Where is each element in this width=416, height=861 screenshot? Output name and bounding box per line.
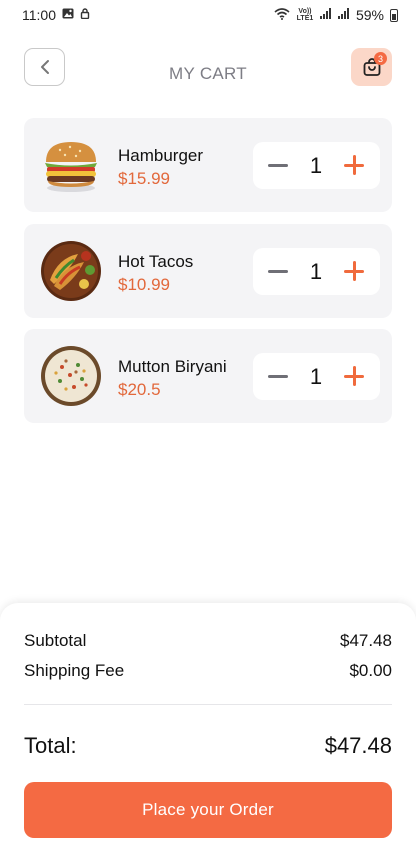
tacos-image (40, 240, 102, 302)
divider (24, 704, 392, 705)
hamburger-image (40, 134, 102, 196)
item-name: Hamburger (118, 146, 204, 165)
place-order-button[interactable]: Place your Order (24, 782, 392, 838)
shipping-label: Shipping Fee (24, 661, 125, 680)
cart-item-hamburger: Hamburger $15.99 1 (24, 118, 392, 212)
battery-icon (390, 8, 398, 22)
item-name: Mutton Biryani (118, 357, 227, 376)
decrease-button[interactable] (267, 260, 289, 282)
increase-button[interactable] (343, 154, 365, 176)
status-bar: 11:00 Vo)) LTE1 59% (0, 0, 416, 30)
item-price: $10.99 (118, 275, 170, 294)
cart-item-hot-tacos: Hot Tacos $10.99 1 (24, 224, 392, 318)
header: MY CART 3 (0, 46, 416, 90)
item-name: Hot Tacos (118, 252, 194, 271)
network-label: Vo)) LTE1 (296, 8, 314, 22)
cart-button[interactable]: 3 (351, 48, 392, 86)
quantity-value: 1 (309, 364, 323, 389)
increase-button[interactable] (343, 365, 365, 387)
status-left: 11:00 (22, 7, 90, 23)
decrease-button[interactable] (267, 365, 289, 387)
quantity-value: 1 (309, 153, 323, 178)
increase-button[interactable] (343, 260, 365, 282)
battery-percent: 59% (355, 7, 384, 23)
quantity-stepper: 1 (253, 353, 380, 400)
status-time: 11:00 (22, 7, 56, 23)
subtotal-row: Subtotal $47.48 (24, 631, 392, 651)
cart-count-badge: 3 (374, 52, 387, 65)
shipping-value: $0.00 (349, 661, 392, 680)
total-value: $47.48 (324, 733, 392, 758)
signal-icon-2 (337, 8, 350, 22)
decrease-button[interactable] (267, 154, 289, 176)
item-price: $20.5 (118, 380, 161, 399)
wifi-icon (274, 7, 290, 23)
subtotal-label: Subtotal (24, 631, 87, 650)
gallery-icon (62, 8, 74, 22)
order-summary: Subtotal $47.48 Shipping Fee $0.00 Total… (0, 603, 416, 861)
biryani-image (40, 345, 102, 407)
quantity-stepper: 1 (253, 142, 380, 189)
quantity-value: 1 (309, 259, 323, 284)
lock-icon (80, 8, 90, 22)
total-label: Total: (24, 733, 77, 758)
status-right: Vo)) LTE1 59% (274, 7, 398, 23)
shipping-row: Shipping Fee $0.00 (24, 661, 392, 681)
item-price: $15.99 (118, 169, 170, 188)
quantity-stepper: 1 (253, 248, 380, 295)
cart-item-mutton-biryani: Mutton Biryani $20.5 1 (24, 329, 392, 423)
total-row: Total: $47.48 (24, 733, 392, 759)
signal-icon (319, 8, 332, 22)
subtotal-value: $47.48 (340, 631, 392, 650)
